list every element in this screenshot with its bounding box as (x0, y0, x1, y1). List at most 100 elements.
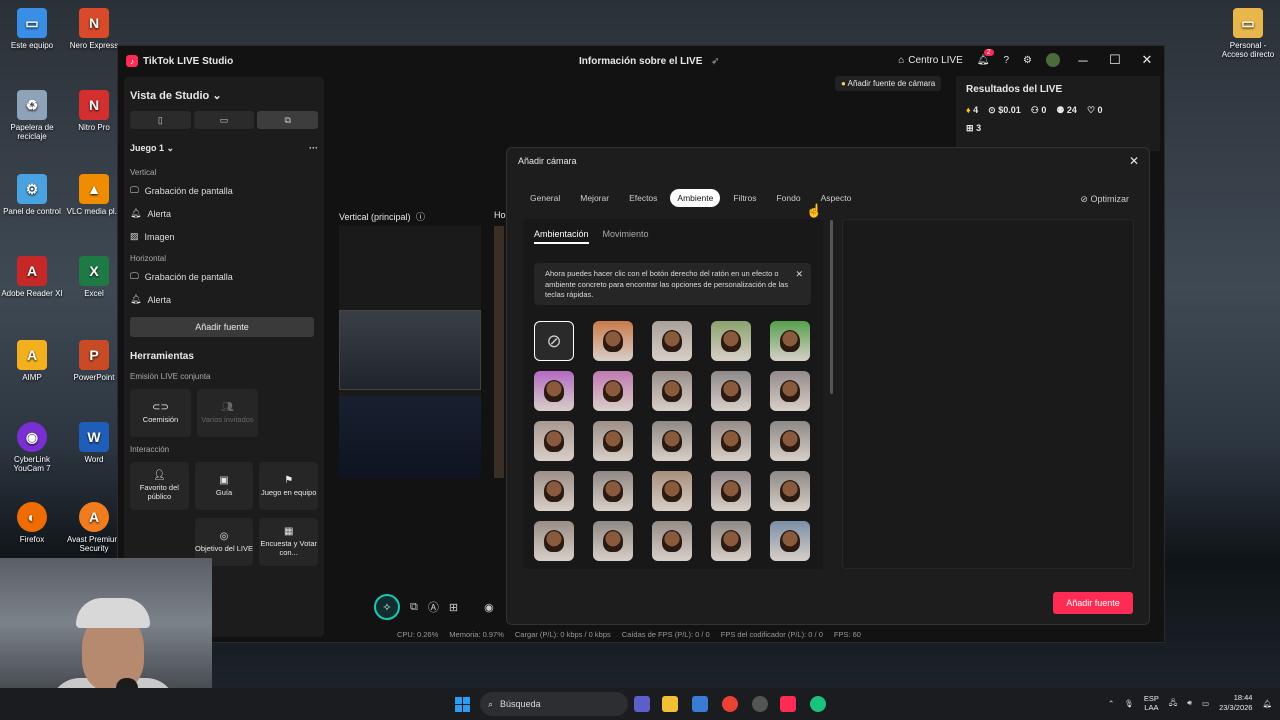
more-options-icon[interactable]: ··· (309, 143, 318, 154)
tab-general[interactable]: General (523, 189, 567, 207)
dual-layout-button[interactable]: ⧉ (257, 111, 319, 129)
tab-mejorar[interactable]: Mejorar (573, 189, 616, 207)
windows-start-icon[interactable] (455, 697, 470, 712)
centro-live-button[interactable]: ⌂ Centro LIVE (898, 55, 963, 66)
add-camera-hint[interactable]: ● Añadir fuente de cámara (835, 76, 942, 91)
info-icon[interactable]: ⓘ (416, 212, 425, 222)
minimize-icon[interactable]: ─ (1074, 53, 1092, 68)
settings-gear-icon[interactable]: ⚙ (1023, 55, 1032, 66)
no-ambience-option[interactable]: ⊘ (534, 321, 574, 361)
ambience-thumbnail[interactable] (652, 421, 692, 461)
ambience-thumbnail[interactable] (711, 421, 751, 461)
ambience-thumbnail[interactable] (593, 471, 633, 511)
close-icon[interactable]: ✕ (1129, 154, 1139, 168)
chrome-icon[interactable] (722, 696, 738, 712)
poll-button[interactable]: ▦ Encuesta y Votar con... (259, 518, 319, 566)
ambience-thumbnail[interactable] (534, 471, 574, 511)
source-item-image[interactable]: ▨ Imagen (130, 231, 318, 242)
notification-center-icon[interactable]: 🔔︎ (1262, 699, 1272, 708)
add-source-button[interactable]: Añadir fuente (130, 317, 314, 337)
chevron-up-icon[interactable]: ⌃ (1108, 699, 1114, 708)
volume-icon[interactable]: 🔊︎ (1187, 698, 1192, 708)
avatar[interactable] (1046, 53, 1060, 67)
record-icon[interactable]: ◉ (484, 601, 494, 614)
desktop-icon-papelera[interactable]: ♻ Papelera de reciclaje (0, 90, 64, 141)
ambience-thumbnail[interactable] (534, 521, 574, 561)
file-explorer-icon[interactable] (662, 696, 678, 712)
source-item-alert[interactable]: 🔔︎ Alerta (130, 208, 318, 219)
desktop-icon-nero[interactable]: N Nero Express (62, 8, 126, 50)
desktop-icon-aimp[interactable]: A AIMP (0, 340, 64, 382)
share-icon[interactable]: ➶ (711, 56, 719, 67)
horizontal-preview-canvas[interactable] (494, 226, 504, 478)
add-scene-icon[interactable]: ⊞ (449, 601, 458, 614)
scrollbar[interactable] (830, 220, 833, 394)
multi-guest-button[interactable]: 👥︎ Varios invitados (197, 389, 258, 437)
tiktok-taskbar-icon[interactable] (780, 696, 796, 712)
team-game-button[interactable]: ⚑ Juego en equipo (259, 462, 319, 510)
desktop-icon-firefox[interactable]: ◐ Firefox (0, 502, 64, 544)
studio-view-dropdown[interactable]: Vista de Studio ⌄ (130, 89, 318, 102)
screen-recording-preview[interactable] (339, 310, 481, 390)
audience-favorite-button[interactable]: 👤︎ Favorito del público (130, 462, 189, 510)
optimize-button[interactable]: ⊘ Optimizar (1080, 194, 1129, 205)
ambience-thumbnail[interactable] (534, 371, 574, 411)
ai-icon[interactable]: Ⓐ (428, 599, 439, 615)
ambience-thumbnail[interactable] (711, 521, 751, 561)
ambience-thumbnail[interactable] (770, 421, 810, 461)
live-info-title[interactable]: Información sobre el LIVE ➶ (579, 56, 720, 67)
guide-button[interactable]: ▣ Guía (194, 462, 254, 510)
ambience-thumbnail[interactable] (652, 321, 692, 361)
battery-icon[interactable]: ▭ (1202, 699, 1209, 708)
desktop-icon-panel-control[interactable]: ⚙ Panel de control (0, 174, 64, 216)
app-icon[interactable] (752, 696, 768, 712)
clock[interactable]: 18:44 23/3/2026 (1219, 693, 1252, 713)
ambience-thumbnail[interactable] (770, 321, 810, 361)
desktop-icon-personal[interactable]: ▭ Personal - Acceso directo (1216, 8, 1280, 59)
tab-efectos[interactable]: Efectos (622, 189, 664, 207)
ambience-thumbnail[interactable] (593, 421, 633, 461)
maximize-icon[interactable]: ☐ (1106, 52, 1124, 68)
ambience-thumbnail[interactable] (770, 371, 810, 411)
scene-selector[interactable]: Juego 1 ⌄ ··· (130, 143, 318, 154)
cohost-button[interactable]: ⊂⊃ Coemisión (130, 389, 191, 437)
ambience-thumbnail[interactable] (652, 371, 692, 411)
language-indicator[interactable]: ESP LAA (1144, 694, 1159, 712)
ambience-thumbnail[interactable] (652, 521, 692, 561)
notifications-button[interactable]: 🔔︎ 2 (977, 48, 994, 66)
add-source-confirm-button[interactable]: Añadir fuente (1053, 592, 1133, 614)
layers-icon[interactable]: ⧉ (410, 601, 418, 614)
vertical-layout-button[interactable]: ▯ (130, 111, 191, 129)
source-item-screen-recording[interactable]: 🖵 Grabación de pantalla (130, 185, 318, 196)
subtab-ambientacion[interactable]: Ambientación (534, 229, 589, 244)
horizontal-layout-button[interactable]: ▭ (193, 111, 255, 129)
source-item-alert-h[interactable]: 🔔︎ Alerta (130, 294, 318, 305)
ambience-thumbnail[interactable] (593, 371, 633, 411)
microphone-tray-icon[interactable]: 🎙︎ (1124, 699, 1134, 708)
tab-ambiente[interactable]: Ambiente (670, 189, 721, 207)
subtab-movimiento[interactable]: Movimiento (603, 229, 649, 244)
ambience-thumbnail[interactable] (711, 371, 751, 411)
network-icon[interactable]: 🖧 (1169, 697, 1177, 710)
store-icon[interactable] (692, 696, 708, 712)
desktop-icon-adobe-reader[interactable]: A Adobe Reader XI (0, 256, 64, 298)
ambience-thumbnail[interactable] (770, 471, 810, 511)
ambience-thumbnail[interactable] (711, 471, 751, 511)
ambience-thumbnail[interactable] (652, 471, 692, 511)
source-item-screen-recording-h[interactable]: 🖵 Grabación de pantalla (130, 271, 318, 282)
magic-tools-button[interactable]: ✧ (374, 594, 400, 620)
desktop-icon-youcam[interactable]: ◉ CyberLink YouCam 7 (0, 422, 64, 473)
ambience-thumbnail[interactable] (770, 521, 810, 561)
tab-fondo[interactable]: Fondo (769, 189, 807, 207)
ambience-thumbnail[interactable] (593, 521, 633, 561)
chatgpt-icon[interactable] (810, 696, 826, 712)
meet-icon[interactable] (634, 696, 650, 712)
ambience-thumbnail[interactable] (711, 321, 751, 361)
close-icon[interactable]: ✕ (1138, 52, 1156, 68)
help-icon[interactable]: ? (1003, 55, 1009, 66)
close-icon[interactable]: ✕ (795, 269, 803, 280)
ambience-thumbnail[interactable] (534, 421, 574, 461)
desktop-icon-este-equipo[interactable]: ▭ Este equipo (0, 8, 64, 50)
taskbar-search[interactable]: ⌕ Búsqueda (480, 692, 628, 716)
ambience-thumbnail[interactable] (593, 321, 633, 361)
